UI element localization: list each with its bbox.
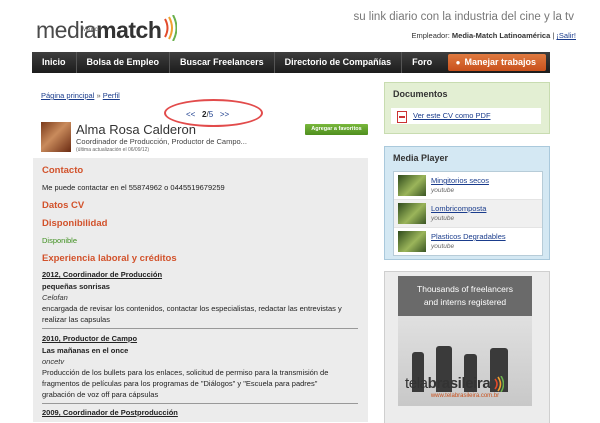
breadcrumb: Página principal » Perfil [41, 91, 120, 100]
site-tagline: su link diario con la industria del cine… [353, 11, 574, 23]
media-title-link[interactable]: Plasticos Degradables [431, 232, 506, 241]
breadcrumb-current[interactable]: Perfil [103, 91, 120, 100]
media-player-box: Media Player Mingitorios secos youtube L… [384, 146, 550, 260]
media-source: youtube [431, 215, 455, 222]
nav-item-buscar-freelancers[interactable]: Buscar Freelancers [170, 52, 275, 73]
ad-headline: Thousands of freelancers and interns reg… [398, 276, 532, 316]
ad-brand: telabrasileira [405, 375, 505, 393]
job-role-2: Las mañanas en el once [42, 346, 129, 355]
media-item[interactable]: Mingitorios secos youtube [394, 172, 542, 200]
job-role-1: pequeñas sonrisas [42, 282, 110, 291]
breadcrumb-separator: » [96, 91, 101, 100]
media-title-link[interactable]: Lombricomposta [431, 204, 486, 213]
media-source: youtube [431, 187, 455, 194]
job-title-2[interactable]: 2010, Productor de Campo [42, 334, 137, 343]
job-company-2: oncetv [42, 357, 65, 366]
job-desc-1-line-2: realizar las capsulas [42, 315, 110, 324]
logout-link[interactable]: ¡Salir! [556, 31, 576, 40]
employer-separator: | [552, 31, 555, 40]
availability-value: Disponible [42, 236, 78, 245]
availability-heading: Disponibilidad [42, 218, 108, 229]
pager-total-link[interactable]: 5 [209, 110, 213, 119]
documents-title: Documentos [393, 89, 448, 99]
contact-text: Me puede contactar en el 55874962 o 0445… [42, 183, 225, 192]
video-thumbnail[interactable] [398, 203, 426, 224]
job-desc-2-line-2: fragmentos de películas para los program… [42, 379, 318, 388]
employer-name: Media-Match Latinoamérica [451, 31, 551, 40]
job-title-1[interactable]: 2012, Coordinador de Producción [42, 270, 162, 279]
nav-item-foro[interactable]: Foro [402, 52, 442, 73]
media-item[interactable]: Lombricomposta youtube [394, 200, 542, 228]
avatar [41, 122, 71, 152]
ad-line-1: Thousands of freelancers [417, 284, 513, 294]
pager-next-link[interactable]: >> [220, 110, 229, 119]
main-nav: Inicio Bolsa de Empleo Buscar Freelancer… [32, 52, 550, 73]
person-icon: ● [455, 58, 461, 67]
profile-pager: << 2/5 >> [186, 110, 229, 119]
job-company-1: Celofan [42, 293, 68, 302]
media-item[interactable]: Plasticos Degradables youtube [394, 228, 542, 255]
nav-item-directorio[interactable]: Directorio de Compañías [275, 52, 403, 73]
media-title-link[interactable]: Mingitorios secos [431, 176, 489, 185]
video-thumbnail[interactable] [398, 231, 426, 252]
job-title-3[interactable]: 2009, Coordinador de Postproducción [42, 408, 178, 417]
employer-info: Empleador: Media-Match Latinoamérica | ¡… [411, 31, 576, 40]
profile-name: Alma Rosa Calderon [76, 122, 196, 137]
nav-item-bolsa-de-empleo[interactable]: Bolsa de Empleo [77, 52, 171, 73]
signal-waves-icon [494, 375, 505, 393]
pdf-row: Ver este CV como PDF [391, 108, 541, 124]
job-desc-2-line-1: Producción de los bullets para los enlac… [42, 368, 329, 377]
profile-role: Coordinador de Producción, Productor de … [76, 137, 247, 146]
ad-line-2: and interns registered [423, 297, 507, 307]
ad-url: www.telabrasileira.com.br [430, 393, 500, 399]
cv-data-heading: Datos CV [42, 200, 85, 211]
profile-updated: (última actualización el 06/09/12) [76, 147, 150, 153]
contact-heading: Contacto [42, 165, 84, 176]
pager-prev-link[interactable]: << [186, 110, 195, 119]
manage-jobs-button[interactable]: ● Manejar trabajos [447, 54, 546, 71]
job-desc-1-line-1: encargada de revisar los contenidos, con… [42, 304, 342, 313]
employer-label: Empleador: [411, 31, 450, 40]
nav-item-inicio[interactable]: Inicio [32, 52, 77, 73]
media-player-title: Media Player [393, 153, 449, 163]
media-source: youtube [431, 243, 455, 250]
video-thumbnail[interactable] [398, 175, 426, 196]
documents-box: Documentos Ver este CV como PDF [384, 82, 550, 134]
view-cv-pdf-link[interactable]: Ver este CV como PDF [413, 111, 491, 120]
pdf-icon [397, 111, 407, 123]
experience-heading: Experiencia laboral y créditos [42, 253, 177, 264]
telabrasileira-ad[interactable]: Thousands of freelancers and interns reg… [384, 271, 550, 423]
media-list: Mingitorios secos youtube Lombricomposta… [393, 171, 543, 256]
site-logo[interactable]: mediamatch [36, 12, 178, 44]
divider [42, 403, 358, 404]
job-desc-2-line-3: grabación de voz off para cápsulas [42, 390, 159, 399]
logo-country: México [82, 27, 102, 33]
add-favorites-button[interactable]: Agregar a favoritos [305, 124, 368, 135]
divider [42, 328, 358, 329]
breadcrumb-home-link[interactable]: Página principal [41, 91, 94, 100]
signal-waves-icon [164, 15, 178, 41]
